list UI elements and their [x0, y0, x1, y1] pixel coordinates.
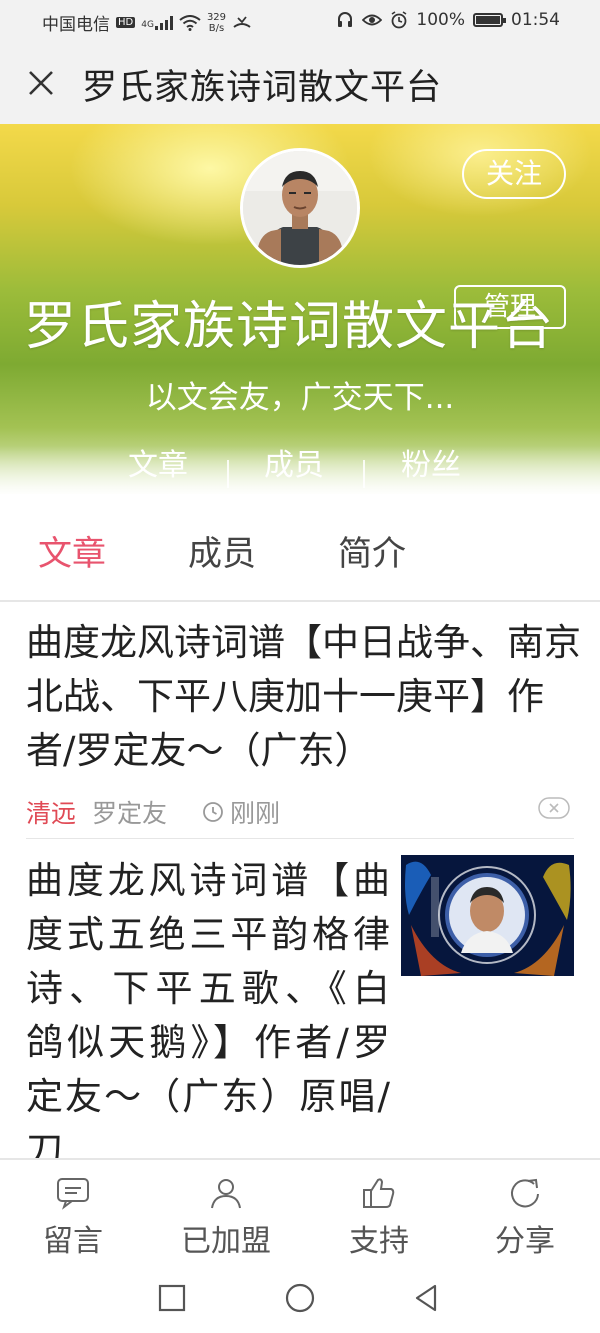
joined-button[interactable]: 已加盟 — [166, 1176, 286, 1260]
hero-banner: 关注 管理 罗氏家族诗词散文平台 以文会友，广交天下... 文章 成员 粉丝 — [0, 124, 600, 494]
wifi-icon — [179, 14, 201, 31]
close-icon[interactable] — [24, 66, 58, 100]
joined-label: 已加盟 — [181, 1224, 271, 1259]
list-item[interactable]: 曲度龙风诗词谱【曲度式五绝三平韵格律诗、下平五歌、《白鸽似天鹅》】作者/罗定友～… — [0, 840, 600, 1158]
avatar[interactable] — [240, 148, 360, 268]
carrier-name: 中国电信 — [42, 15, 110, 35]
thumbnail-image — [401, 855, 574, 976]
list-item[interactable]: 曲度龙风诗词谱【中日战争、南京北战、下平八庚加十一庚平】作者/罗定友～（广东） … — [0, 602, 600, 840]
article-author[interactable]: 罗定友 — [92, 794, 167, 830]
support-label: 支持 — [349, 1224, 409, 1259]
article-time: 刚刚 — [202, 794, 280, 830]
page-title: 罗氏家族诗词散文平台 — [82, 68, 443, 108]
stat-articles[interactable]: 文章 — [98, 440, 218, 484]
dismiss-icon[interactable] — [538, 797, 570, 819]
network-speed: 329 B/s — [207, 12, 226, 34]
list-divider — [26, 838, 574, 839]
eye-icon — [362, 14, 383, 26]
battery-fill — [476, 16, 500, 24]
stat-label: 粉丝 — [401, 448, 461, 483]
platform-stats: 文章 成员 粉丝 — [0, 440, 600, 494]
tab-intro[interactable]: 简介 — [338, 526, 406, 575]
speed-value: 329 — [206, 11, 227, 23]
hd-badge: HD — [116, 17, 136, 28]
message-button[interactable]: 留言 — [13, 1176, 133, 1260]
stat-fans[interactable]: 粉丝 — [371, 440, 491, 484]
share-button[interactable]: 分享 — [465, 1176, 585, 1260]
article-title[interactable]: 曲度龙风诗词谱【曲度式五绝三平韵格律诗、下平五歌、《白鸽似天鹅》】作者/罗定友～… — [26, 854, 392, 1158]
recent-apps-icon[interactable] — [156, 1282, 188, 1314]
article-category[interactable]: 清远 — [26, 799, 76, 828]
share-label: 分享 — [495, 1224, 555, 1259]
message-icon — [57, 1178, 89, 1210]
stat-divider — [363, 460, 365, 488]
tab-articles[interactable]: 文章 — [38, 526, 106, 575]
system-navigation — [0, 1266, 600, 1333]
status-left: 中国电信 HD 4G 329 B/s — [42, 10, 252, 35]
home-icon[interactable] — [284, 1282, 316, 1314]
avatar-image — [243, 151, 357, 265]
time-label: 刚刚 — [230, 799, 281, 828]
battery-icon — [473, 13, 506, 27]
follow-button[interactable]: 关注 — [462, 149, 566, 199]
user-icon — [211, 1179, 241, 1209]
message-label: 留言 — [43, 1224, 103, 1259]
share-icon — [511, 1178, 539, 1208]
article-thumbnail[interactable] — [401, 855, 574, 976]
article-meta: 清远 罗定友 刚刚 — [26, 794, 574, 834]
network-type: 4G — [141, 19, 154, 30]
support-button[interactable]: 支持 — [319, 1176, 439, 1260]
stat-label: 文章 — [128, 448, 188, 483]
alarm-icon — [391, 11, 407, 29]
status-right: 100% 01:54 — [336, 10, 560, 30]
status-bar: 中国电信 HD 4G 329 B/s 100% 01:54 — [0, 0, 600, 42]
stat-label: 成员 — [264, 448, 324, 483]
tab-members[interactable]: 成员 — [188, 526, 256, 575]
back-icon[interactable] — [410, 1282, 442, 1314]
clock-icon — [203, 802, 223, 822]
signal-icon: 4G — [141, 15, 173, 30]
thumbs-up-icon — [363, 1178, 395, 1208]
stat-divider — [227, 460, 229, 488]
battery-percent: 100% — [416, 10, 465, 30]
tab-bar: 文章 成员 简介 — [0, 494, 600, 602]
platform-title: 罗氏家族诗词散文平台 — [24, 297, 555, 357]
article-title[interactable]: 曲度龙风诗词谱【中日战争、南京北战、下平八庚加十一庚平】作者/罗定友～（广东） — [26, 616, 586, 778]
bottom-toolbar: 留言 已加盟 支持 分享 — [0, 1158, 600, 1268]
nav-bar: 罗氏家族诗词散文平台 — [0, 42, 600, 124]
headset-icon — [338, 12, 353, 27]
clock-time: 01:54 — [511, 10, 560, 30]
stat-members[interactable]: 成员 — [234, 440, 354, 484]
missed-call-icon — [233, 15, 251, 28]
platform-slogan: 以文会友，广交天下... — [145, 380, 455, 416]
speed-unit: B/s — [208, 22, 225, 34]
